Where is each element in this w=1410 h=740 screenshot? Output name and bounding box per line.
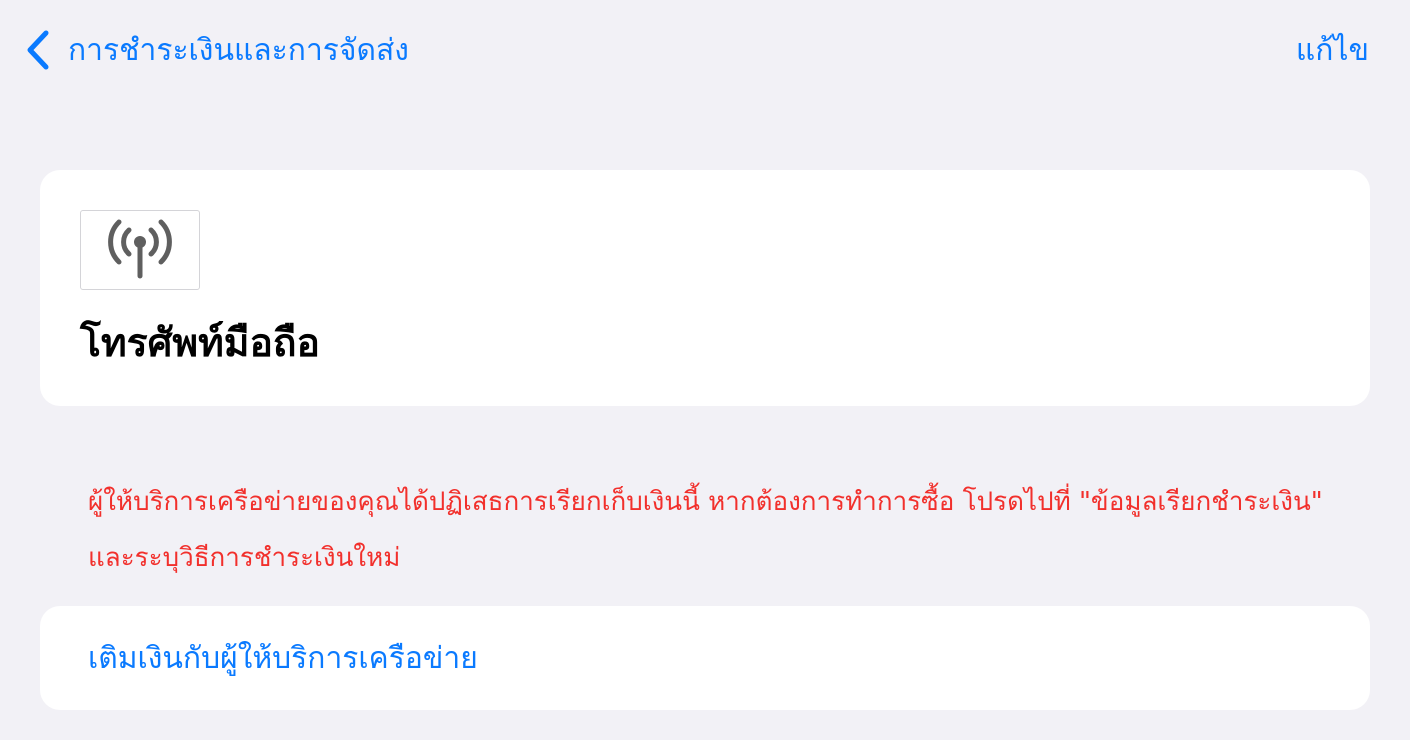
- carrier-topup-link[interactable]: เติมเงินกับผู้ให้บริการเครือข่าย: [88, 606, 478, 710]
- payment-method-title: โทรศัพท์มือถือ: [80, 321, 320, 366]
- carrier-billing-error-message: ผู้ให้บริการเครือข่ายของคุณได้ปฏิเสธการเ…: [88, 487, 1323, 573]
- payment-method-icon-frame: [80, 210, 200, 290]
- back-button-label: การชำระเงินและการจัดส่ง: [68, 32, 409, 68]
- navigation-bar: การชำระเงินและการจัดส่ง แก้ไข: [0, 0, 1410, 100]
- carrier-topup-row[interactable]: เติมเงินกับผู้ให้บริการเครือข่าย: [40, 606, 1370, 710]
- payment-method-card: โทรศัพท์มือถือ: [40, 170, 1370, 406]
- edit-button[interactable]: แก้ไข: [1296, 24, 1369, 76]
- chevron-left-icon: [22, 28, 54, 72]
- back-button[interactable]: การชำระเงินและการจัดส่ง: [22, 24, 409, 76]
- cellular-antenna-icon: [102, 212, 178, 288]
